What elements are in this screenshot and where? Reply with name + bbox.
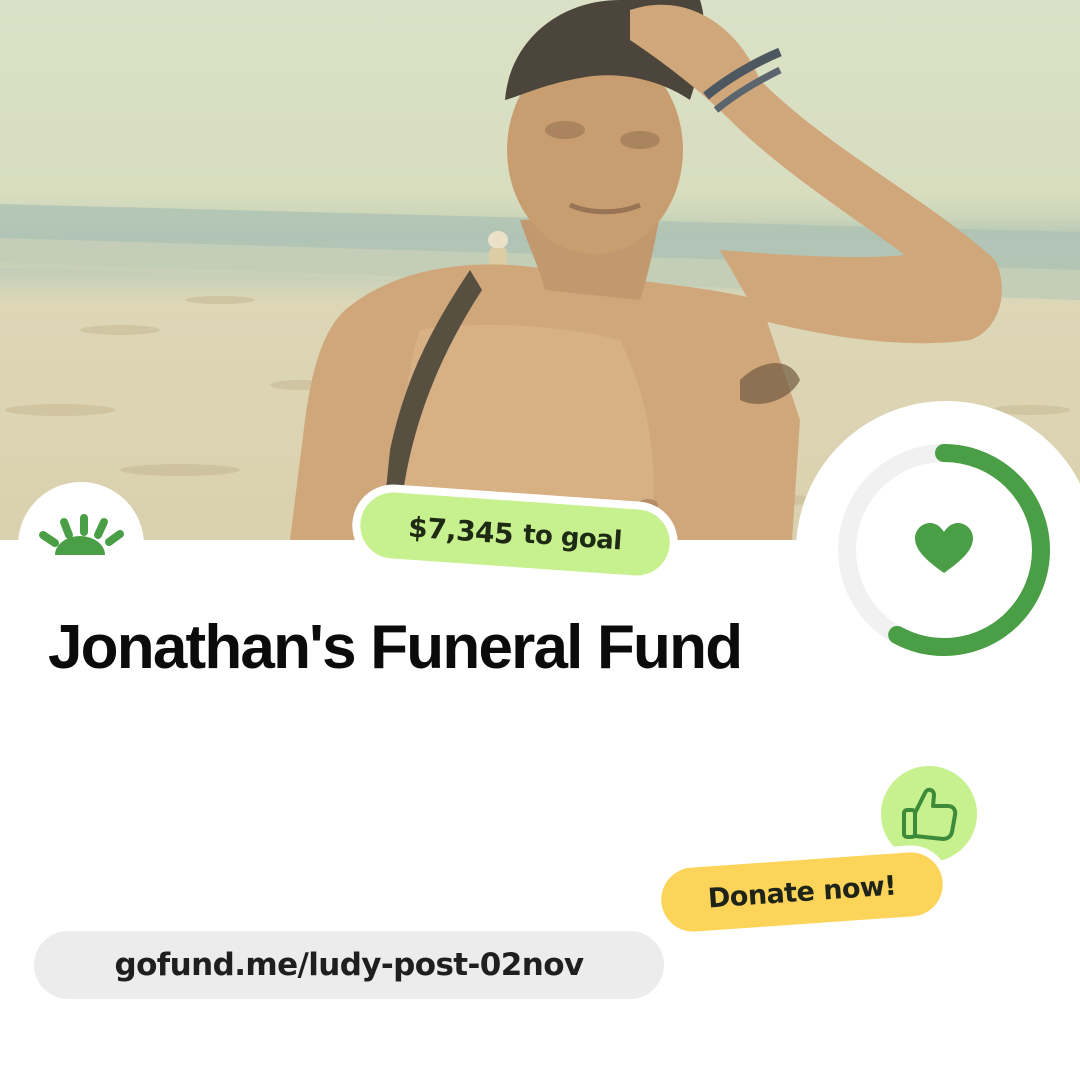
donate-button[interactable]: Donate now!: [651, 842, 953, 942]
goal-suffix: to goal: [522, 519, 623, 557]
progress-ring: [838, 444, 1050, 656]
thumbs-up-icon: [902, 787, 958, 841]
goal-amount: $7,345: [407, 510, 515, 551]
fundraiser-card: $7,345 to goal Jonathan's Funeral Fund D…: [0, 0, 1080, 1080]
logo-badge: [18, 482, 144, 608]
gofundme-sunrise-icon: [39, 514, 124, 555]
fundraiser-title: Jonathan's Funeral Fund: [48, 613, 743, 682]
heart-icon: [915, 523, 973, 573]
fundraiser-link[interactable]: gofund.me/ludy-post-02nov: [34, 931, 664, 999]
